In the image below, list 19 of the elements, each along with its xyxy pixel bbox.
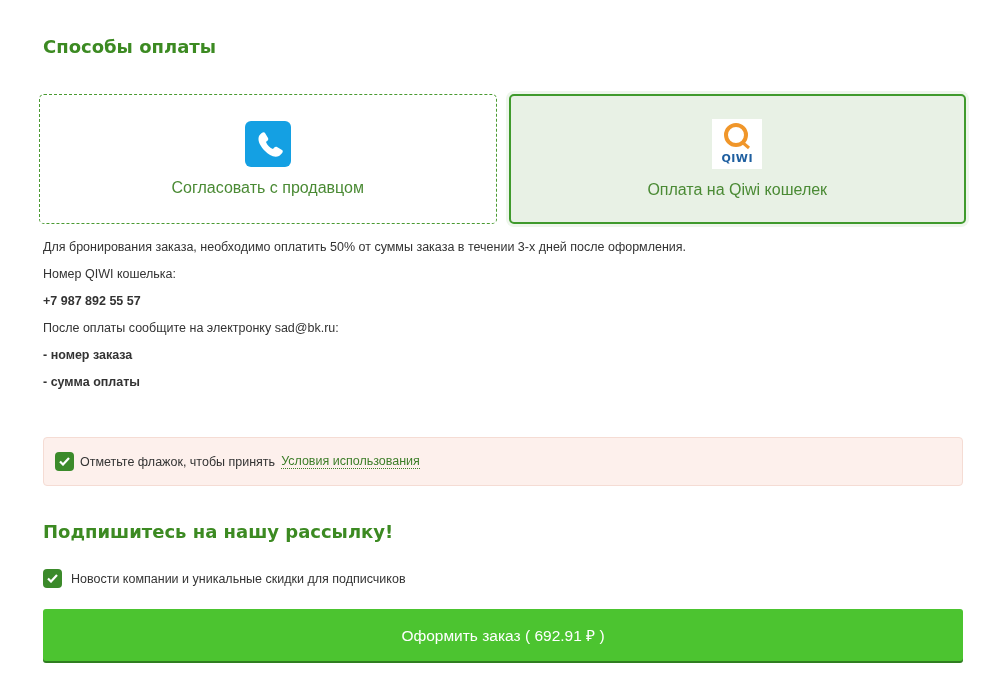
info-text: Номер QIWI кошелька: bbox=[43, 266, 177, 282]
phone-icon bbox=[244, 121, 291, 167]
terms-checkbox[interactable] bbox=[55, 452, 74, 471]
newsletter-checkbox[interactable] bbox=[43, 569, 62, 588]
checkmark-icon bbox=[47, 574, 58, 583]
info-text: После оплаты сообщите на электронку sad@bk.ru: bbox=[43, 320, 340, 336]
newsletter-title: Подпишитесь на нашу рассылку! bbox=[43, 521, 395, 542]
payment-option-card[interactable]: QIWI Оплата на Qiwi кошелек bbox=[508, 94, 966, 224]
checkmark-icon bbox=[59, 457, 70, 466]
section-title: Способы оплаты bbox=[43, 36, 217, 57]
info-text: Для бронирования заказа, необходимо оплатить 50% от суммы заказа в течении 3-х дней после оформления. bbox=[43, 239, 688, 255]
newsletter-label: Новости компании и уникальные скидки для подписчиков bbox=[71, 571, 406, 586]
terms-text: Отметьте флажок, чтобы принять bbox=[80, 454, 276, 469]
info-text: - сумма оплаты bbox=[43, 374, 141, 390]
qiwi-logo-icon: QIWI bbox=[712, 119, 763, 169]
info-text: +7 987 892 55 57 bbox=[43, 293, 142, 309]
payment-option-card[interactable]: Согласовать с продавцом bbox=[39, 94, 497, 224]
info-text: - номер заказа bbox=[43, 347, 134, 363]
terms-link[interactable]: Условия использования bbox=[281, 454, 420, 469]
